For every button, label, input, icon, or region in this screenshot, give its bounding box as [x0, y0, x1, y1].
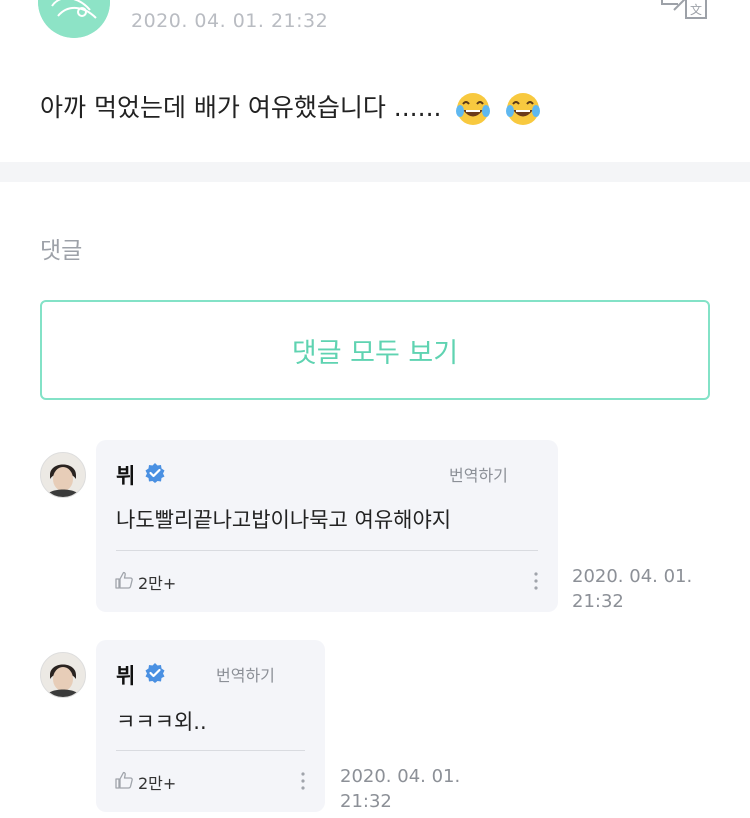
comments-heading: 댓글 — [40, 238, 83, 264]
avatar[interactable] — [40, 652, 86, 698]
thumbs-up-icon[interactable] — [114, 770, 134, 790]
post-author-avatar[interactable] — [38, 0, 110, 38]
comment-text: ㅋㅋㅋ외.. — [116, 710, 207, 734]
comment-date: 2020. 04. 01. — [572, 566, 693, 587]
comment-clock: 21:32 — [340, 791, 392, 812]
comment-item: 뷔 번역하기 ㅋㅋㅋ외.. 2만+ 2020. 04. 01. 21:32 — [0, 640, 750, 812]
svg-text:文: 文 — [690, 2, 702, 17]
avatar[interactable] — [40, 452, 86, 498]
post-header: 2020. 04. 01. 21:32 文 — [0, 0, 750, 50]
translate-button[interactable]: 번역하기 — [216, 662, 275, 686]
comment-author[interactable]: 뷔 — [116, 460, 135, 490]
face-with-tears-of-joy-icon — [506, 93, 541, 125]
comment-text: 나도빨리끝나고밥이나묵고 여유해야지 — [116, 508, 452, 532]
like-count: 2만+ — [138, 774, 177, 793]
thumbs-up-icon[interactable] — [114, 570, 134, 590]
comment-timestamp: 2020. 04. 01. 21:32 — [572, 564, 732, 614]
comment-item: 뷔 번역하기 나도빨리끝나고밥이나묵고 여유해야지 2만+ 2020. 04. … — [0, 440, 750, 612]
section-divider — [0, 162, 750, 182]
like-count: 2만+ — [138, 574, 177, 593]
post-body: 아까 먹었는데 배가 여유했습니다 ...... — [40, 88, 541, 127]
view-all-comments-button[interactable]: 댓글 모두 보기 — [40, 300, 710, 400]
more-options-icon[interactable] — [533, 571, 539, 591]
comment-bubble: 뷔 번역하기 나도빨리끝나고밥이나묵고 여유해야지 2만+ — [96, 440, 558, 612]
comment-author[interactable]: 뷔 — [116, 660, 135, 690]
more-options-icon[interactable] — [300, 771, 306, 791]
translate-button[interactable]: 번역하기 — [449, 462, 508, 486]
face-with-tears-of-joy-icon — [456, 93, 491, 125]
post-text: 아까 먹었는데 배가 여유했습니다 ...... — [40, 93, 442, 122]
comment-bubble: 뷔 번역하기 ㅋㅋㅋ외.. 2만+ — [96, 640, 325, 812]
comment-divider — [116, 550, 538, 551]
translate-icon[interactable]: 文 — [660, 0, 710, 20]
comment-divider — [116, 750, 305, 751]
comment-timestamp: 2020. 04. 01. 21:32 — [340, 764, 500, 814]
verified-badge-icon — [145, 463, 165, 483]
comment-date: 2020. 04. 01. — [340, 766, 461, 787]
comment-clock: 21:32 — [572, 591, 624, 612]
post-timestamp: 2020. 04. 01. 21:32 — [131, 10, 329, 32]
verified-badge-icon — [145, 663, 165, 683]
